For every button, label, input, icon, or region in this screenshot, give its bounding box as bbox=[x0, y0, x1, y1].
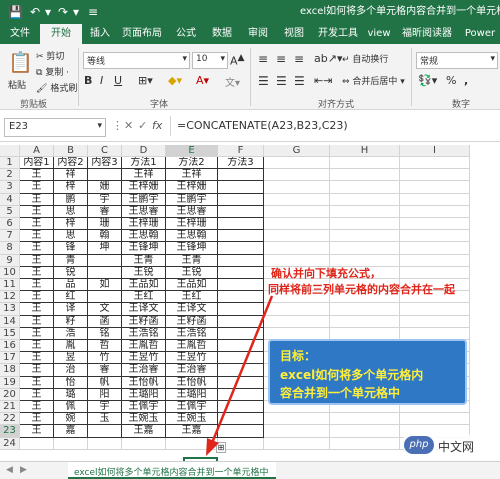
scroll-right-icon[interactable]: ▶ bbox=[20, 465, 27, 475]
sheet-tab-bar: ◀ ▶ excel如何将多个单元格内容合并到一个单元格中 bbox=[0, 461, 500, 479]
scroll-left-icon[interactable]: ◀ bbox=[6, 465, 13, 475]
goal-line2: 容合并到一个单元格中 bbox=[280, 386, 401, 400]
goal-callout: 目标： excel如何将多个单元格内 容合并到一个单元格中 bbox=[268, 339, 467, 405]
goal-line1: excel如何将多个单元格内 bbox=[280, 368, 424, 382]
php-logo-icon: php bbox=[404, 436, 434, 454]
annotation-arrow bbox=[206, 295, 274, 456]
sheet-tab-active[interactable]: excel如何将多个单元格内容合并到一个单元格中 bbox=[68, 462, 276, 479]
goal-label: 目标： bbox=[280, 349, 317, 363]
watermark-text: 中文网 bbox=[438, 440, 475, 454]
watermark: php 中文网 bbox=[404, 434, 498, 456]
